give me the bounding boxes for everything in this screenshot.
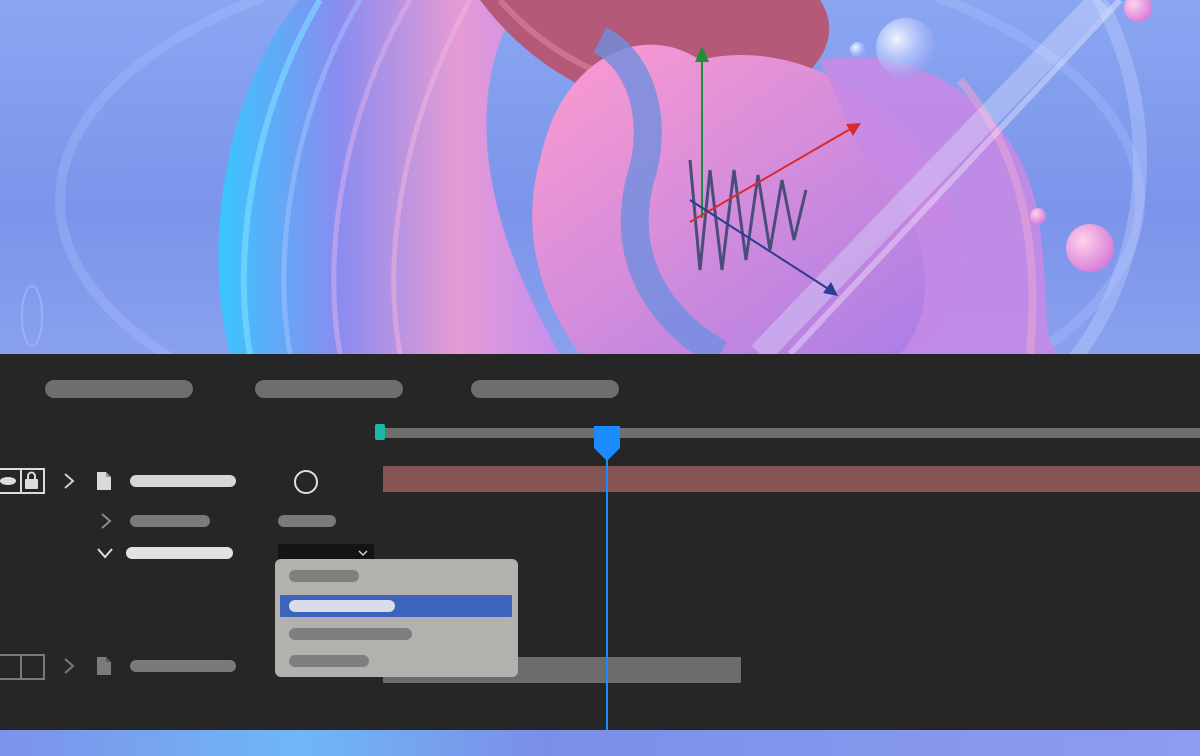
visibility-lock-toggle[interactable]	[0, 468, 46, 494]
time-ruler[interactable]	[380, 428, 1200, 438]
file-icon	[97, 657, 111, 675]
toolbar-tab-3[interactable]	[471, 380, 619, 398]
toolbar-tab-2[interactable]	[255, 380, 403, 398]
dropdown-option[interactable]	[280, 623, 512, 645]
gizmo-x-axis[interactable]	[689, 123, 861, 223]
gizmo-y-axis[interactable]	[695, 46, 709, 218]
layer-1-name[interactable]	[130, 475, 236, 487]
layer-1-duration-bar[interactable]	[383, 466, 1200, 492]
3d-viewport[interactable]	[0, 0, 1200, 354]
chevron-right-icon[interactable]	[99, 512, 113, 530]
property-name-expanded[interactable]	[126, 547, 233, 559]
file-icon	[97, 472, 111, 490]
property-name[interactable]	[130, 515, 210, 527]
dropdown-option[interactable]	[280, 565, 512, 587]
option-label	[289, 600, 395, 612]
toolbar-tab-1[interactable]	[45, 380, 193, 398]
option-label	[289, 570, 359, 582]
transform-gizmo[interactable]	[0, 0, 1200, 354]
chevron-right-icon[interactable]	[62, 657, 76, 675]
gizmo-z-axis[interactable]	[689, 199, 838, 296]
work-area-start-marker[interactable]	[375, 424, 385, 440]
dropdown-menu	[275, 559, 518, 677]
dropdown-option[interactable]	[280, 650, 512, 672]
viewport-bottom-strip	[0, 730, 1200, 756]
property-value[interactable]	[278, 515, 336, 527]
keyframe-circle-icon[interactable]	[293, 469, 319, 495]
chevron-down-icon[interactable]	[96, 546, 114, 560]
eye-icon	[0, 477, 16, 485]
timeline-panel	[0, 354, 1200, 730]
option-label	[289, 628, 412, 640]
playhead-line	[606, 454, 608, 730]
chevron-right-icon[interactable]	[62, 472, 76, 490]
lock-icon	[25, 479, 38, 489]
layer-4-name[interactable]	[130, 660, 236, 672]
visibility-lock-toggle-empty[interactable]	[0, 654, 46, 680]
dropdown-option-selected[interactable]	[280, 595, 512, 617]
chevron-down-icon	[358, 550, 368, 557]
option-label	[289, 655, 369, 667]
